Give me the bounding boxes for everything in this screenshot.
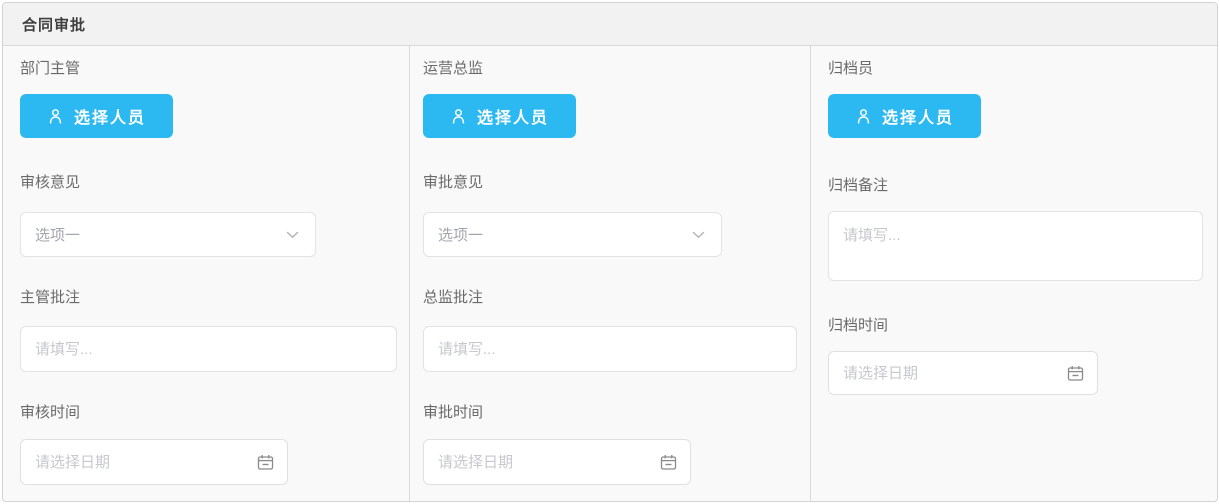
select-person-button-label: 选择人员 xyxy=(477,104,549,128)
archive-time-date-picker[interactable] xyxy=(828,351,1098,395)
calendar-icon xyxy=(660,454,677,471)
review-opinion-select[interactable]: 选项一 xyxy=(20,212,316,257)
archive-memo-textarea[interactable] xyxy=(828,211,1203,281)
review-time-date-input[interactable] xyxy=(21,454,257,471)
director-comment-input[interactable] xyxy=(423,326,797,372)
field-label-archive-memo: 归档备注 xyxy=(828,176,1217,196)
panel-header: 合同审批 xyxy=(3,3,1217,46)
field-label-supervisor-comment: 主管批注 xyxy=(20,288,409,308)
column-department-supervisor: 部门主管 选择人员 审核意见 选项一 主管批注 审核时间 xyxy=(3,46,409,502)
panel-title: 合同审批 xyxy=(22,14,86,35)
role-label-operations-director: 运营总监 xyxy=(423,59,810,79)
field-label-approval-opinion: 审批意见 xyxy=(423,173,810,193)
person-icon xyxy=(450,107,467,126)
select-person-button-supervisor[interactable]: 选择人员 xyxy=(20,94,173,138)
contract-approval-panel: 合同审批 部门主管 选择人员 审核意见 选项一 主管批注 审核时间 xyxy=(2,2,1218,502)
calendar-icon xyxy=(1067,365,1084,382)
field-label-director-comment: 总监批注 xyxy=(423,288,810,308)
supervisor-comment-input[interactable] xyxy=(20,326,397,372)
person-icon xyxy=(47,107,64,126)
field-label-review-opinion: 审核意见 xyxy=(20,173,409,193)
approval-opinion-select-value: 选项一 xyxy=(438,224,483,245)
approval-opinion-select[interactable]: 选项一 xyxy=(423,212,722,257)
role-label-department-supervisor: 部门主管 xyxy=(20,59,409,79)
chevron-down-icon xyxy=(286,231,299,239)
select-person-button-label: 选择人员 xyxy=(882,104,954,128)
select-person-button-archivist[interactable]: 选择人员 xyxy=(828,94,981,138)
column-archivist: 归档员 选择人员 归档备注 归档时间 xyxy=(810,46,1217,502)
field-label-approval-time: 审批时间 xyxy=(423,403,810,423)
field-label-archive-time: 归档时间 xyxy=(828,316,1217,336)
calendar-icon xyxy=(257,454,274,471)
field-label-review-time: 审核时间 xyxy=(20,403,409,423)
archive-time-date-input[interactable] xyxy=(829,365,1067,382)
select-person-button-director[interactable]: 选择人员 xyxy=(423,94,576,138)
select-person-button-label: 选择人员 xyxy=(74,104,146,128)
person-icon xyxy=(855,107,872,126)
approval-time-date-picker[interactable] xyxy=(423,439,691,485)
approval-time-date-input[interactable] xyxy=(424,454,660,471)
chevron-down-icon xyxy=(692,231,705,239)
role-label-archivist: 归档员 xyxy=(828,59,1217,79)
column-operations-director: 运营总监 选择人员 审批意见 选项一 总监批注 审批时间 xyxy=(409,46,810,502)
panel-body: 部门主管 选择人员 审核意见 选项一 主管批注 审核时间 xyxy=(3,46,1217,502)
review-time-date-picker[interactable] xyxy=(20,439,288,485)
review-opinion-select-value: 选项一 xyxy=(35,224,80,245)
